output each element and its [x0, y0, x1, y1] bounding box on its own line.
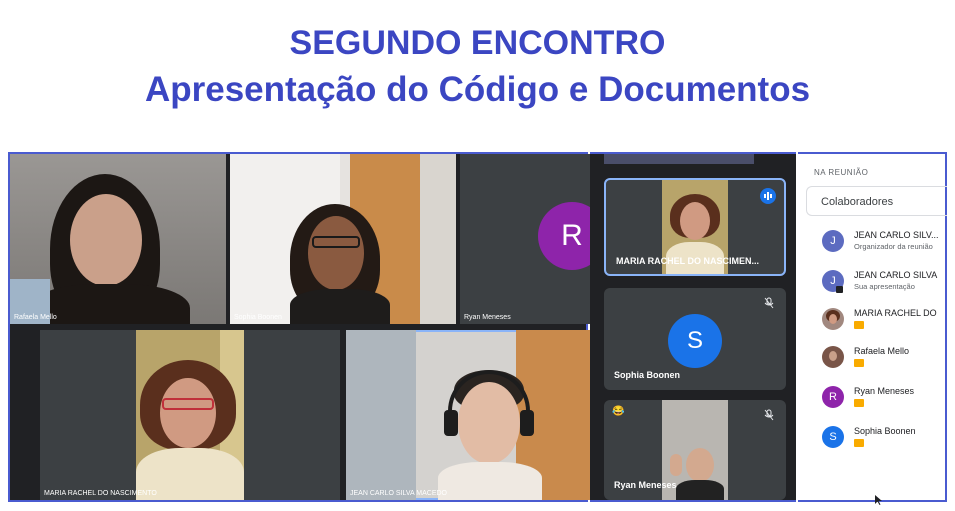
slide-subtitle: Apresentação do Código e Documentos: [144, 70, 811, 109]
avatar: R: [822, 386, 844, 408]
participant-name: JEAN CARLO SILV...: [854, 230, 939, 240]
presenting-icon: [836, 286, 843, 293]
audio-level-icon: [760, 188, 776, 204]
side-tile-maria[interactable]: MARIA RACHEL DO NASCIMEN...: [604, 178, 786, 276]
video-tile-jean[interactable]: JEAN CARLO SILVA MACEDO: [346, 330, 590, 500]
section-label: NA REUNIÃO: [814, 168, 869, 177]
hand-raised-badge-icon: [854, 359, 864, 367]
participant-name: Sophia Boonen: [234, 314, 282, 321]
mic-off-icon: [762, 408, 776, 422]
hand-raised-badge-icon: [854, 399, 864, 407]
side-tiles-strip: MARIA RACHEL DO NASCIMEN... S Sophia Boo…: [590, 152, 796, 502]
participant-role: Sua apresentação: [854, 282, 915, 291]
hand-raised-badge-icon: [854, 321, 864, 329]
participant-row[interactable]: J JEAN CARLO SILV... Organizador da reun…: [798, 226, 945, 266]
video-tile-maria[interactable]: MARIA RACHEL DO NASCIMENTO: [40, 330, 340, 500]
video-tile-sophia[interactable]: Sophia Boonen: [230, 154, 456, 324]
people-panel: NA REUNIÃO Colaboradores J JEAN CARLO SI…: [798, 152, 947, 502]
group-label: Colaboradores: [821, 196, 894, 208]
avatar: S: [668, 314, 722, 368]
avatar: [822, 308, 844, 330]
participant-name: MARIA RACHEL DO: [854, 308, 937, 318]
side-tile-ryan[interactable]: 😂 Ryan Meneses: [604, 400, 786, 500]
participant-row[interactable]: Rafaela Mello: [798, 342, 945, 382]
cursor-icon: [875, 495, 882, 505]
participant-name: Rafaela Mello: [14, 314, 57, 321]
video-tile-ryan[interactable]: R Ryan Meneses: [460, 154, 590, 324]
participant-role: Organizador da reunião: [854, 242, 933, 251]
meeting-grid: Rafaela Mello Sophia Boonen R Ryan Menes…: [8, 152, 590, 502]
participant-name: JEAN CARLO SILVA: [854, 270, 938, 280]
avatar: J: [822, 230, 844, 252]
participant-row[interactable]: R Ryan Meneses: [798, 382, 945, 422]
participant-name: Ryan Meneses: [464, 314, 511, 321]
contributors-group[interactable]: Colaboradores: [806, 186, 947, 216]
reaction-badge: 😂: [612, 406, 625, 417]
slide-title: SEGUNDO ENCONTRO: [289, 24, 666, 62]
participant-name: Ryan Meneses: [614, 480, 677, 490]
hand-raised-badge-icon: [854, 439, 864, 447]
participant-row[interactable]: J JEAN CARLO SILVA Sua apresentação: [798, 266, 945, 306]
participant-row[interactable]: S Sophia Boonen: [798, 422, 945, 462]
participant-name: MARIA RACHEL DO NASCIMENTO: [44, 490, 157, 497]
participant-name: Sophia Boonen: [614, 370, 680, 380]
participant-name: Sophia Boonen: [854, 426, 916, 436]
video-tile-rafaela[interactable]: Rafaela Mello: [10, 154, 226, 324]
avatar: S: [822, 426, 844, 448]
participant-name: Rafaela Mello: [854, 346, 910, 356]
side-tile-sophia[interactable]: S Sophia Boonen: [604, 288, 786, 390]
participant-row[interactable]: MARIA RACHEL DO: [798, 304, 945, 344]
avatar: [822, 346, 844, 368]
participant-name: Ryan Meneses: [854, 386, 915, 396]
mic-off-icon: [762, 296, 776, 310]
participant-name: MARIA RACHEL DO NASCIMEN...: [616, 256, 760, 266]
avatar: R: [538, 202, 590, 270]
participant-name: JEAN CARLO SILVA MACEDO: [350, 490, 447, 497]
